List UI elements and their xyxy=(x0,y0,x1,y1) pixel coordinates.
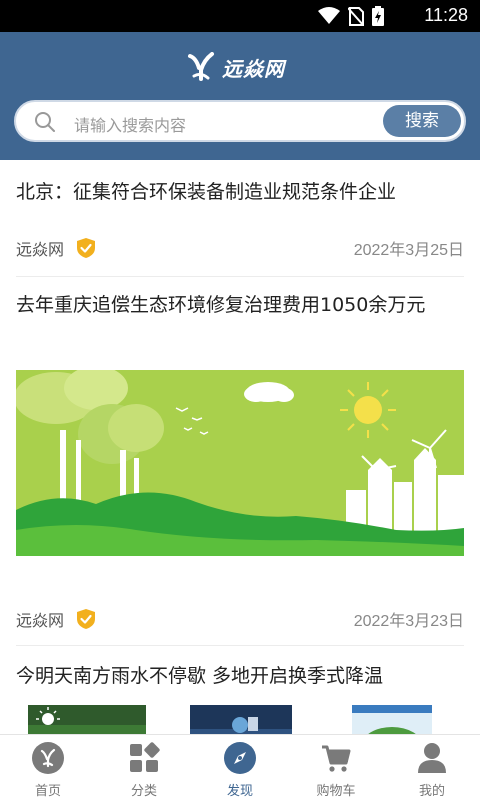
tab-label: 首页 xyxy=(34,784,61,799)
article-title[interactable]: 去年重庆追偿生态环境修复治理费用1050余万元 xyxy=(16,291,464,319)
verified-badge-icon xyxy=(77,238,95,258)
tab-cart[interactable]: 购物车 xyxy=(288,735,384,800)
brand-name: 远焱网 xyxy=(222,56,285,81)
thumbnail-image[interactable] xyxy=(352,705,432,734)
status-bar: 11:28 xyxy=(0,0,480,32)
article-cover-image[interactable] xyxy=(16,370,464,556)
verified-badge-icon xyxy=(77,609,95,629)
tab-category[interactable]: 分类 xyxy=(96,735,192,800)
tab-me[interactable]: 我的 xyxy=(384,735,480,800)
article-item[interactable]: 北京：征集符合环保装备制造业规范条件企业 远焱网 2022年3月25日 xyxy=(16,178,464,259)
status-time: 11:28 xyxy=(424,5,468,25)
thumbnail-image[interactable] xyxy=(190,705,292,734)
divider xyxy=(16,645,464,646)
status-icons xyxy=(318,6,384,26)
thumbnail-image[interactable] xyxy=(28,705,146,734)
search-button[interactable]: 搜索 xyxy=(383,105,461,137)
article-date: 2022年3月25日 xyxy=(353,242,464,259)
brand-logo: 远焱网 xyxy=(186,50,285,84)
search-icon xyxy=(35,112,55,132)
article-item[interactable]: 今明天南方雨水不停歇 多地开启换季式降温 xyxy=(16,662,464,690)
tab-discover[interactable]: 发现 xyxy=(192,735,288,800)
no-sim-icon xyxy=(348,7,364,26)
article-title[interactable]: 今明天南方雨水不停歇 多地开启换季式降温 xyxy=(16,662,464,690)
article-item[interactable]: 去年重庆追偿生态环境修复治理费用1050余万元 xyxy=(16,291,464,319)
home-icon xyxy=(32,742,64,774)
app-header: 远焱网 请输入搜索内容 搜索 xyxy=(0,32,480,160)
article-source: 远焱网 xyxy=(16,611,65,630)
bottom-tab-bar: 首页 分类 发现 购物车 我的 xyxy=(0,734,480,800)
tab-label: 我的 xyxy=(418,784,445,799)
tab-label: 分类 xyxy=(130,784,157,799)
category-icon xyxy=(130,742,160,772)
article-meta: 远焱网 2022年3月25日 xyxy=(16,236,464,260)
article-thumbnails[interactable] xyxy=(0,705,480,734)
tab-label: 购物车 xyxy=(316,784,356,799)
cart-icon xyxy=(322,745,351,772)
article-meta: 远焱网 2022年3月23日 xyxy=(16,607,464,631)
wifi-icon xyxy=(318,7,340,24)
article-source: 远焱网 xyxy=(16,240,65,259)
eco-city-illustration xyxy=(16,370,464,556)
tab-home[interactable]: 首页 xyxy=(0,735,96,800)
divider xyxy=(16,276,464,277)
search-input[interactable]: 请输入搜索内容 xyxy=(74,112,186,136)
article-title[interactable]: 北京：征集符合环保装备制造业规范条件企业 xyxy=(16,178,464,206)
user-icon xyxy=(418,743,446,773)
battery-charging-icon xyxy=(372,6,384,26)
logo-icon xyxy=(188,52,214,81)
article-feed[interactable]: 北京：征集符合环保装备制造业规范条件企业 远焱网 2022年3月25日 去年重庆… xyxy=(0,160,480,734)
search-bar[interactable]: 请输入搜索内容 搜索 xyxy=(14,100,466,142)
compass-icon xyxy=(224,742,256,774)
article-date: 2022年3月23日 xyxy=(353,613,464,630)
tab-label: 发现 xyxy=(226,784,253,799)
